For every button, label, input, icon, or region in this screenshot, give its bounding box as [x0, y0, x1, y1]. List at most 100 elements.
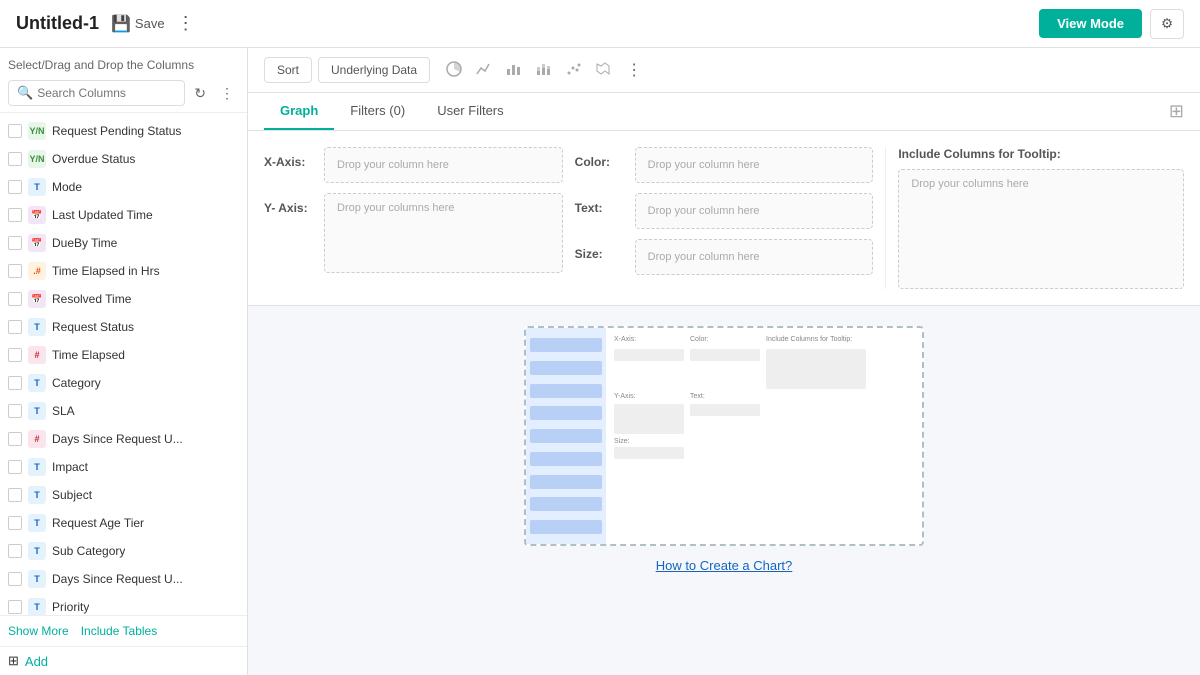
main-layout: Select/Drag and Drop the Columns 🔍 ↻ ⋮ [0, 48, 1200, 675]
list-item[interactable]: T Category [0, 369, 247, 397]
tabs-row: Graph Filters (0) User Filters ⊞ [248, 93, 1200, 130]
x-axis-drop-zone[interactable]: Drop your column here [324, 147, 563, 183]
content-area: Graph Filters (0) User Filters ⊞ X-Axis:… [248, 93, 1200, 675]
sort-button[interactable]: Sort [264, 57, 312, 83]
list-item[interactable]: T Impact [0, 453, 247, 481]
list-item[interactable]: # Time Elapsed [0, 341, 247, 369]
col-label: Request Status [52, 320, 134, 334]
map-chart-icon[interactable] [590, 57, 618, 84]
pie-chart-icon[interactable] [440, 57, 468, 84]
add-row[interactable]: ⊞ Add [0, 646, 247, 675]
col-checkbox[interactable] [8, 264, 22, 278]
col-checkbox[interactable] [8, 320, 22, 334]
bar-chart-icon[interactable] [500, 57, 528, 84]
tab-graph[interactable]: Graph [264, 93, 334, 130]
col-checkbox[interactable] [8, 292, 22, 306]
color-drop-zone[interactable]: Drop your column here [635, 147, 874, 183]
col-checkbox[interactable] [8, 124, 22, 138]
col-label: Sub Category [52, 544, 125, 558]
sidebar: Select/Drag and Drop the Columns 🔍 ↻ ⋮ [0, 48, 248, 675]
tooltip-drop-zone[interactable]: Drop your columns here [898, 169, 1184, 289]
tooltip-label: Include Columns for Tooltip: [898, 147, 1184, 161]
list-item[interactable]: T Sub Category [0, 537, 247, 565]
line-chart-icon[interactable] [470, 57, 498, 84]
list-item[interactable]: T Subject [0, 481, 247, 509]
col-type-badge: T [28, 486, 46, 504]
toolbar: Sort Underlying Data [248, 48, 1200, 93]
save-button[interactable]: 💾 Save [111, 14, 165, 34]
preview-row [530, 361, 602, 375]
y-axis-drop-zone[interactable]: Drop your columns here [324, 193, 563, 273]
text-row: Text: Drop your column here [575, 193, 874, 229]
col-type-badge: T [28, 570, 46, 588]
col-type-badge: Y/N [28, 122, 46, 140]
sidebar-header: Select/Drag and Drop the Columns 🔍 ↻ ⋮ [0, 48, 247, 113]
size-label: Size: [575, 239, 627, 261]
main-content: Sort Underlying Data [248, 48, 1200, 675]
col-label: Impact [52, 460, 88, 474]
list-item[interactable]: Y/N Overdue Status [0, 145, 247, 173]
chart-more-button[interactable]: ⋮ [620, 56, 648, 84]
refresh-icon: ↻ [194, 85, 206, 101]
list-item[interactable]: 📅 Resolved Time [0, 285, 247, 313]
col-label: Time Elapsed in Hrs [52, 264, 160, 278]
col-checkbox[interactable] [8, 348, 22, 362]
view-mode-button[interactable]: View Mode [1039, 9, 1142, 38]
list-item[interactable]: .# Time Elapsed in Hrs [0, 257, 247, 285]
col-checkbox[interactable] [8, 152, 22, 166]
col-checkbox[interactable] [8, 404, 22, 418]
how-to-chart-link[interactable]: How to Create a Chart? [656, 558, 793, 573]
refresh-button[interactable]: ↻ [189, 82, 211, 105]
search-input[interactable] [37, 86, 176, 100]
list-item[interactable]: T Days Since Request U... [0, 565, 247, 593]
col-checkbox[interactable] [8, 432, 22, 446]
col-type-badge: 📅 [28, 206, 46, 224]
col-checkbox[interactable] [8, 572, 22, 586]
list-item[interactable]: T SLA [0, 397, 247, 425]
col-checkbox[interactable] [8, 180, 22, 194]
list-item[interactable]: T Priority [0, 593, 247, 615]
list-item[interactable]: # Days Since Request U... [0, 425, 247, 453]
col-checkbox[interactable] [8, 376, 22, 390]
text-label: Text: [575, 193, 627, 215]
col-checkbox[interactable] [8, 516, 22, 530]
scatter-chart-icon[interactable] [560, 57, 588, 84]
list-item[interactable]: Y/N Request Pending Status [0, 117, 247, 145]
more-options-icon[interactable]: ⋮ [177, 13, 195, 34]
col-checkbox[interactable] [8, 460, 22, 474]
tooltip-config: Include Columns for Tooltip: Drop your c… [885, 147, 1184, 289]
underlying-data-button[interactable]: Underlying Data [318, 57, 430, 83]
grid-view-icon[interactable]: ⊞ [1169, 101, 1184, 122]
col-type-badge: 📅 [28, 290, 46, 308]
list-item[interactable]: T Mode [0, 173, 247, 201]
include-tables-button[interactable]: Include Tables [81, 624, 158, 638]
col-checkbox[interactable] [8, 236, 22, 250]
tab-filters[interactable]: Filters (0) [334, 93, 421, 130]
list-item[interactable]: 📅 Last Updated Time [0, 201, 247, 229]
show-more-button[interactable]: Show More [8, 624, 69, 638]
list-item[interactable]: 📅 DueBy Time [0, 229, 247, 257]
stacked-bar-icon[interactable] [530, 57, 558, 84]
list-item[interactable]: T Request Status [0, 313, 247, 341]
col-checkbox[interactable] [8, 488, 22, 502]
col-checkbox[interactable] [8, 208, 22, 222]
page-title: Untitled-1 [16, 13, 99, 34]
size-row: Size: Drop your column here [575, 239, 874, 275]
text-drop-zone[interactable]: Drop your column here [635, 193, 874, 229]
col-type-badge: T [28, 374, 46, 392]
sidebar-more-button[interactable]: ⋮ [215, 82, 239, 105]
col-checkbox[interactable] [8, 600, 22, 614]
col-label: Category [52, 376, 101, 390]
tab-user-filters[interactable]: User Filters [421, 93, 519, 130]
list-item[interactable]: T Request Age Tier [0, 509, 247, 537]
sidebar-scroll: Y/N Request Pending Status Y/N Overdue S… [0, 113, 247, 675]
sidebar-footer: Show More Include Tables [0, 615, 247, 646]
search-input-wrap: 🔍 [8, 80, 185, 106]
col-label: Request Pending Status [52, 124, 181, 138]
preview-row [530, 520, 602, 534]
col-checkbox[interactable] [8, 544, 22, 558]
visual-config: Color: Drop your column here Text: Drop … [575, 147, 874, 289]
settings-button[interactable]: ⚙ [1150, 9, 1184, 39]
size-drop-zone[interactable]: Drop your column here [635, 239, 874, 275]
search-row: 🔍 ↻ ⋮ [8, 80, 239, 106]
